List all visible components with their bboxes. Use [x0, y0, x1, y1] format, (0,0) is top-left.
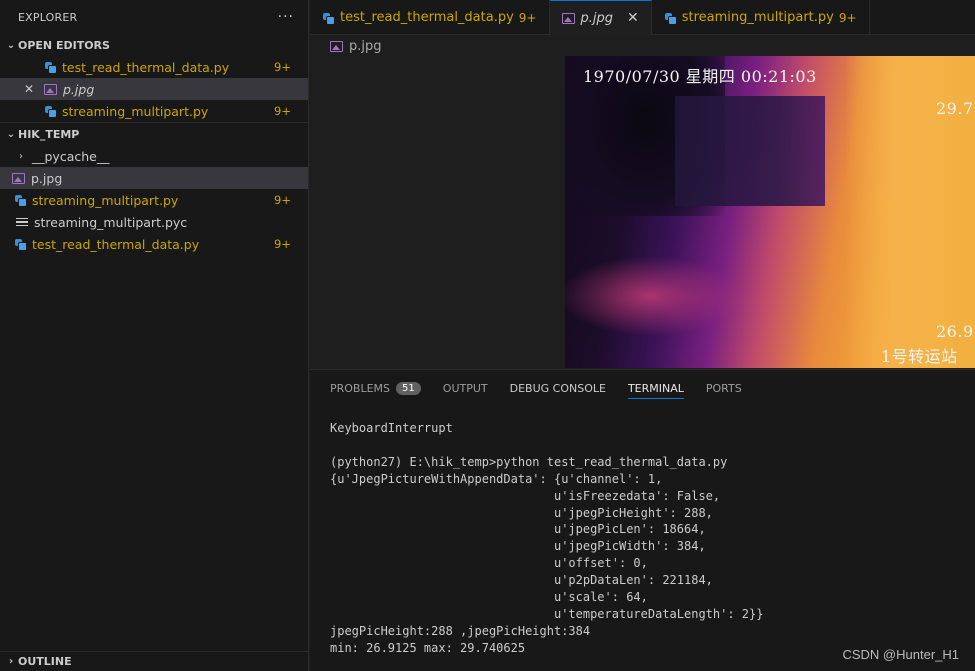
breadcrumb-label: p.jpg	[349, 38, 382, 54]
chevron-down-icon: ⌄	[6, 39, 16, 51]
image-file-icon	[44, 83, 57, 95]
open-editors-section[interactable]: ⌄ OPEN EDITORS	[0, 34, 308, 56]
problems-badge: 9+	[838, 10, 857, 25]
open-editor-filename: p.jpg	[63, 81, 95, 97]
tree-item[interactable]: test_read_thermal_data.py 9+	[0, 233, 308, 255]
problems-badge: 9+	[518, 10, 537, 25]
tab-terminal[interactable]: TERMINAL	[627, 370, 684, 406]
tab-label: streaming_multipart.py	[681, 10, 834, 25]
explorer-sidebar: EXPLORER ··· ⌄ OPEN EDITORS test_read_th…	[0, 0, 309, 671]
chevron-right-icon: ›	[8, 656, 14, 667]
thermal-structure	[675, 96, 825, 206]
explorer-header: EXPLORER ···	[0, 0, 308, 34]
tab-label: DEBUG CONSOLE	[509, 381, 606, 395]
tab-label: p.jpg	[580, 10, 614, 26]
tree-item-label: p.jpg	[31, 170, 63, 186]
tab-streaming-multipart[interactable]: streaming_multipart.py 9+	[652, 0, 870, 35]
python-file-icon	[14, 238, 27, 251]
tab-label: OUTPUT	[442, 381, 488, 395]
tab-problems[interactable]: PROBLEMS 51	[330, 370, 421, 406]
panel-tabs: PROBLEMS 51 OUTPUT DEBUG CONSOLE TERMINA…	[310, 370, 975, 406]
open-editor-item[interactable]: test_read_thermal_data.py 9+	[0, 56, 308, 78]
python-file-icon	[44, 105, 57, 118]
text-file-icon	[16, 217, 28, 227]
tree-item[interactable]: streaming_multipart.pyc	[0, 211, 308, 233]
python-file-icon	[14, 194, 27, 207]
problems-count-badge: 51	[396, 381, 421, 395]
tab-label: PROBLEMS	[330, 381, 391, 395]
thermal-max-label: 29.7	[936, 99, 974, 118]
chevron-right-icon: ›	[19, 150, 23, 162]
terminal-output[interactable]: KeyboardInterrupt (python27) E:\hik_temp…	[330, 420, 763, 657]
tree-item-label: __pycache__	[32, 148, 110, 164]
folder-section[interactable]: ⌄ HIK_TEMP	[0, 123, 308, 145]
tree-item-label: streaming_multipart.py	[32, 192, 179, 208]
tree-item-folder[interactable]: › __pycache__	[0, 145, 308, 167]
tab-output[interactable]: OUTPUT	[443, 370, 488, 406]
thermal-image-preview: 1970/07/30 星期四 00:21:03 29.7 26.9 1号转运站	[565, 56, 975, 368]
python-file-icon	[664, 12, 677, 25]
tab-ports[interactable]: PORTS	[706, 370, 742, 406]
more-actions-icon[interactable]: ···	[278, 9, 294, 25]
open-editor-filename: streaming_multipart.py	[62, 103, 209, 119]
explorer-title: EXPLORER	[18, 10, 78, 24]
tree-item-label: streaming_multipart.pyc	[34, 214, 188, 230]
close-icon[interactable]: ✕	[24, 82, 38, 96]
thermal-min-label: 26.9	[936, 322, 974, 341]
problems-badge: 9+	[274, 104, 291, 118]
outline-section[interactable]: › OUTLINE	[0, 651, 309, 671]
folder-label: HIK_TEMP	[18, 127, 80, 141]
tab-label: PORTS	[705, 381, 742, 395]
open-editor-filename: test_read_thermal_data.py	[62, 59, 230, 75]
open-editor-item-active[interactable]: ✕ p.jpg	[0, 78, 308, 100]
tree-item-selected[interactable]: p.jpg	[0, 167, 308, 189]
python-file-icon	[44, 61, 57, 74]
tab-test-read-thermal-data[interactable]: test_read_thermal_data.py 9+	[310, 0, 550, 35]
open-editor-item[interactable]: streaming_multipart.py 9+	[0, 100, 308, 122]
image-file-icon	[561, 12, 575, 24]
image-file-icon	[330, 40, 343, 52]
open-editors-label: OPEN EDITORS	[18, 38, 110, 52]
divider	[0, 122, 309, 123]
tab-label: TERMINAL	[627, 381, 684, 395]
chevron-down-icon: ⌄	[6, 128, 16, 140]
python-file-icon	[322, 12, 335, 25]
close-icon[interactable]: ✕	[627, 10, 639, 26]
tree-item[interactable]: streaming_multipart.py 9+	[0, 189, 308, 211]
tab-label: test_read_thermal_data.py	[340, 10, 514, 25]
problems-badge: 9+	[274, 193, 291, 207]
thermal-station-label: 1号转运站	[881, 347, 958, 366]
outline-label: OUTLINE	[18, 655, 72, 668]
tree-item-label: test_read_thermal_data.py	[32, 236, 200, 252]
tab-debug-console[interactable]: DEBUG CONSOLE	[510, 370, 606, 406]
problems-badge: 9+	[274, 60, 291, 74]
watermark: CSDN @Hunter_H1	[842, 647, 959, 662]
image-file-icon	[12, 172, 25, 184]
breadcrumb[interactable]: p.jpg	[330, 35, 382, 57]
editor-tabs: test_read_thermal_data.py 9+ p.jpg ✕ str…	[310, 0, 975, 35]
tab-p-jpg[interactable]: p.jpg ✕	[549, 0, 652, 35]
bottom-panel: PROBLEMS 51 OUTPUT DEBUG CONSOLE TERMINA…	[310, 369, 975, 671]
problems-badge: 9+	[274, 237, 291, 251]
thermal-timestamp: 1970/07/30 星期四 00:21:03	[583, 67, 817, 86]
